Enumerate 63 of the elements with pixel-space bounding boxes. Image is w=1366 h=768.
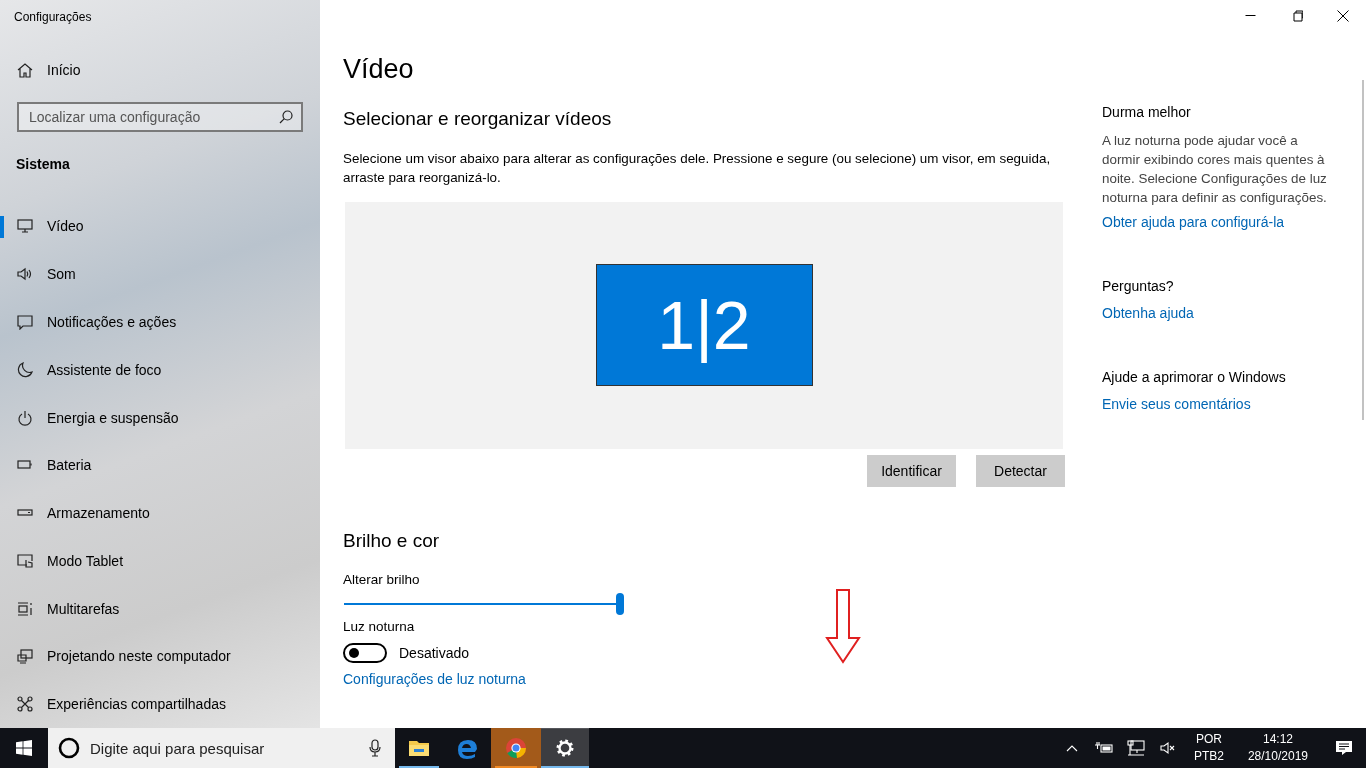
slider-label: Alterar brilho	[343, 572, 421, 588]
section-heading: Sistema	[16, 155, 71, 173]
related-heading: Perguntas?	[1102, 278, 1175, 295]
scrollbar[interactable]	[1362, 80, 1364, 420]
nav-item[interactable]: Experiências compartilhadas	[0, 680, 320, 728]
nav-item[interactable]: Vídeo	[0, 202, 320, 251]
related-text: A luz noturna pode ajudar você a dormir exibindo cores mais quentes à noite. Selecione Configurações de luz noturna para definir as configurações.	[1102, 132, 1328, 207]
taskbar-app-button[interactable]	[541, 728, 589, 768]
search-field[interactable]: Localizar uma configuração	[17, 101, 303, 132]
section-heading: Selecionar e reorganizar vídeos	[343, 108, 613, 131]
projector-screen-icon	[17, 648, 33, 665]
tablet-touch-icon	[17, 552, 33, 569]
close-icon	[1337, 10, 1349, 22]
cortana-circle-icon	[58, 737, 80, 759]
display-tile[interactable]: 1|2	[595, 263, 813, 386]
speaker-icon	[17, 266, 33, 283]
nav-item[interactable]: Multitarefas	[0, 584, 320, 633]
help-link[interactable]: Obtenha ajuda	[1102, 305, 1194, 321]
input-language-text[interactable]: PTB2	[1193, 748, 1224, 765]
action-button[interactable]: Identificar	[867, 455, 956, 487]
toggle-label: Luz noturna	[343, 619, 416, 635]
toggle-state-text: Desativado	[399, 645, 470, 661]
browser-ball-icon	[504, 736, 528, 760]
notification-icon[interactable]	[1335, 740, 1353, 756]
clock-date[interactable]: 28/10/2019	[1247, 748, 1308, 765]
description-text: Selecione um visor abaixo para alterar as configurações dele. Pressione e segure (ou selecione) um visor, em seguida, arraste para reorganizá-lo.	[343, 150, 1052, 187]
home-icon	[17, 61, 33, 78]
nav-item[interactable]: Som	[0, 250, 320, 299]
night-light-settings-link[interactable]: Configurações de luz noturna	[343, 671, 526, 687]
power-icon	[17, 409, 33, 426]
windows-logo-icon	[16, 740, 32, 756]
nav-item[interactable]: Bateria	[0, 441, 320, 490]
page-title: Vídeo	[343, 54, 415, 86]
chevron-up-icon[interactable]	[1065, 744, 1078, 752]
nav-item[interactable]: Projetando neste computador	[0, 632, 320, 681]
night-light-toggle[interactable]	[343, 643, 387, 663]
nav-item[interactable]: Notificações e ações	[0, 298, 320, 346]
search-icon	[279, 109, 293, 124]
help-link[interactable]: Envie seus comentários	[1102, 396, 1251, 412]
related-heading: Ajude a aprimorar o Windows	[1102, 369, 1287, 386]
action-button[interactable]: Detectar	[976, 455, 1065, 487]
taskbar-search-field[interactable]: Digite aqui para pesquisar	[48, 728, 395, 768]
section-heading: Brilho e cor	[343, 530, 441, 553]
network-monitor-icon[interactable]	[1126, 740, 1145, 756]
input-language-text[interactable]: POR	[1195, 731, 1222, 748]
home-nav-item[interactable]: Início	[0, 46, 320, 94]
moon-icon	[17, 361, 33, 378]
nav-item[interactable]: Armazenamento	[0, 489, 320, 537]
microphone-icon	[369, 739, 381, 757]
restore-icon	[1291, 10, 1303, 22]
related-heading: Durma melhor	[1102, 104, 1192, 121]
window-title: Configurações	[14, 10, 93, 24]
nav-item[interactable]: Modo Tablet	[0, 536, 320, 585]
nav-item[interactable]: Assistente de foco	[0, 345, 320, 394]
speech-bubble-icon	[17, 313, 33, 330]
monitor-icon	[17, 218, 33, 235]
help-link[interactable]: Obter ajuda para configurá-la	[1102, 214, 1285, 230]
clock-time[interactable]: 14:12	[1262, 731, 1293, 748]
speaker-muted-icon[interactable]	[1159, 741, 1176, 755]
nav-item[interactable]: Energia e suspensão	[0, 393, 320, 442]
share-nodes-icon	[17, 696, 33, 713]
battery-plug-icon[interactable]	[1094, 742, 1113, 754]
multitask-icon	[17, 600, 33, 617]
